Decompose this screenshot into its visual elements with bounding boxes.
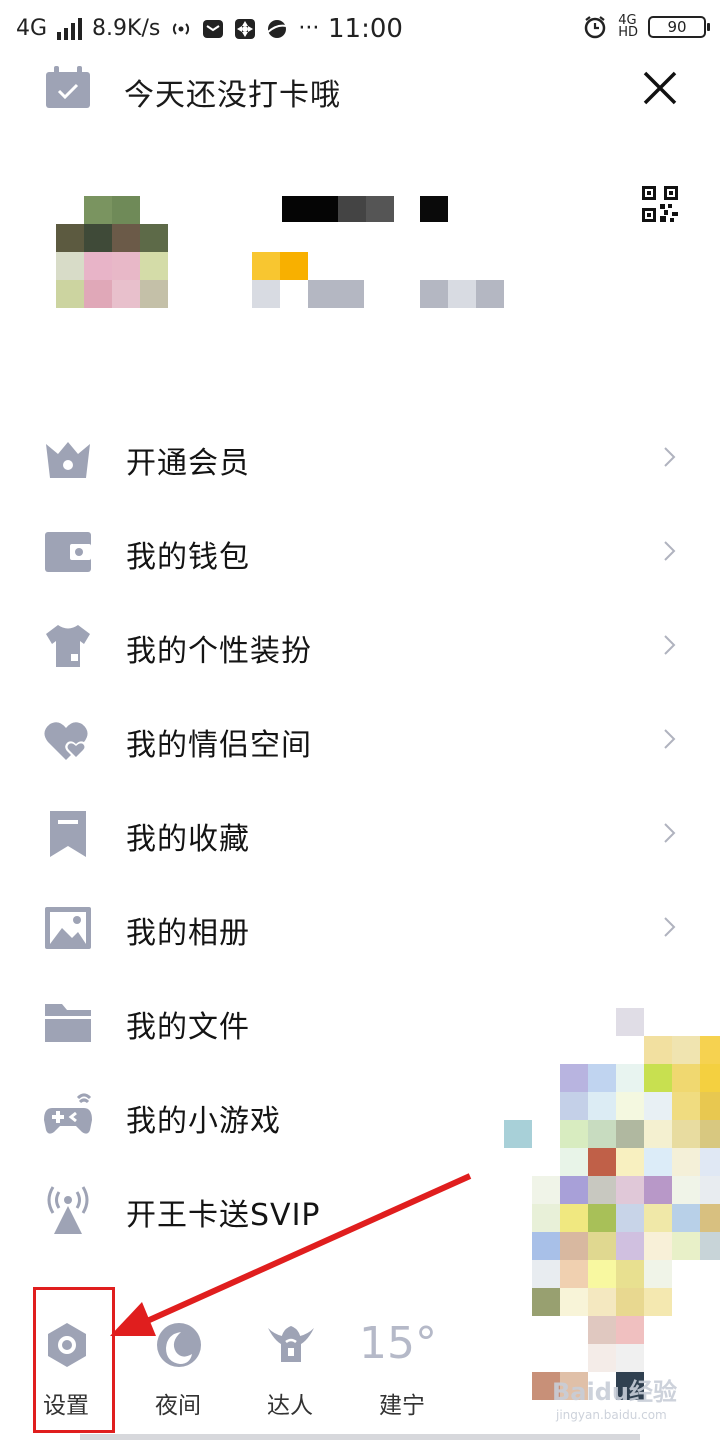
hotspot-icon [173, 22, 190, 35]
fan-app-icon [235, 18, 256, 39]
chevron-right-icon [664, 917, 676, 937]
expert-label: 达人 [267, 1393, 313, 1419]
nickname-blurred [282, 196, 450, 222]
mosaic-block [366, 196, 394, 222]
watermark-logo: Baidu经验 [552, 1378, 677, 1406]
tshirt-icon [46, 625, 90, 667]
checkin-prompt[interactable]: 今天还没打卡哦 [124, 70, 341, 114]
wallet-icon [45, 532, 91, 572]
planet-app-icon [267, 19, 287, 38]
status-left: 4G 8.9K/s ··· [16, 16, 319, 41]
hearts-icon [44, 722, 88, 760]
signal-icon [57, 17, 83, 40]
menu-item-vip[interactable]: 开通会员 [0, 410, 720, 504]
menu-item-wallet[interactable]: 我的钱包 [0, 504, 720, 598]
mosaic-block [448, 280, 476, 308]
network-speed: 8.9K/s [92, 16, 161, 41]
menu-item-label: 我的钱包 [126, 540, 250, 575]
mosaic-block [338, 196, 366, 222]
night-mode-button[interactable]: 夜间 [128, 1320, 228, 1450]
menu-item-label: 我的情侣空间 [126, 728, 312, 763]
background-image-blurred [504, 1008, 720, 1420]
mosaic-block [252, 280, 280, 308]
mosaic-block [280, 252, 308, 280]
status-time: 11:00 [328, 14, 403, 44]
avatar[interactable] [56, 196, 168, 308]
watermark-url: jingyan.baidu.com [556, 1408, 667, 1422]
battery-icon: 90 [648, 16, 710, 38]
mosaic-block [282, 196, 338, 222]
hd-label: HD [618, 25, 638, 40]
menu-item-label: 开通会员 [126, 446, 250, 481]
image-icon [45, 907, 91, 949]
mosaic-block [476, 280, 504, 308]
moon-icon [157, 1323, 201, 1367]
expert-button[interactable]: 达人 [240, 1320, 340, 1450]
status-right: 4G HD 90 [582, 14, 710, 40]
more-notifications: ··· [298, 16, 320, 41]
gamepad-icon [44, 1093, 92, 1134]
mosaic-block [420, 280, 448, 308]
level-badges-blurred[interactable] [252, 252, 508, 308]
weather-button[interactable]: 15° 建宁 [352, 1318, 452, 1450]
bottom-divider [80, 1434, 640, 1440]
temperature-value: 15° [359, 1318, 437, 1369]
crown-icon [46, 442, 90, 478]
bookmark-icon [50, 811, 86, 857]
city-label: 建宁 [379, 1393, 425, 1419]
menu-item-favorites[interactable]: 我的收藏 [0, 786, 720, 880]
folder-icon [45, 1004, 91, 1042]
menu-item-couple-space[interactable]: 我的情侣空间 [0, 692, 720, 786]
menu-item-personalize[interactable]: 我的个性装扮 [0, 598, 720, 692]
menu-item-label: 我的收藏 [126, 822, 250, 857]
night-mode-label: 夜间 [155, 1393, 201, 1419]
menu-item-label: 我的文件 [126, 1010, 250, 1045]
mosaic-block [252, 252, 280, 280]
chevron-right-icon [664, 729, 676, 749]
network-4g-hd: 4G HD [618, 14, 638, 40]
mosaic-block [420, 196, 448, 222]
qr-code-icon[interactable] [642, 186, 678, 222]
close-icon[interactable] [640, 68, 680, 108]
chevron-right-icon [664, 447, 676, 467]
status-bar: 4G 8.9K/s ··· 11:00 4G HD 90 [0, 0, 720, 60]
winged-badge-icon [268, 1326, 314, 1362]
battery-level: 90 [667, 18, 687, 36]
calendar-check-icon[interactable] [44, 66, 92, 110]
chevron-right-icon [664, 823, 676, 843]
mail-app-icon [203, 19, 224, 38]
alarm-icon [584, 16, 606, 39]
menu-item-album[interactable]: 我的相册 [0, 880, 720, 974]
highlight-box [33, 1287, 115, 1433]
network-type: 4G [16, 16, 48, 41]
signal-tower-icon [47, 1186, 89, 1234]
mosaic-block [308, 280, 364, 308]
chevron-right-icon [664, 635, 676, 655]
menu-item-label: 我的小游戏 [126, 1104, 281, 1139]
chevron-right-icon [664, 541, 676, 561]
menu-item-label: 我的个性装扮 [126, 634, 312, 669]
menu-item-label: 我的相册 [126, 916, 250, 951]
